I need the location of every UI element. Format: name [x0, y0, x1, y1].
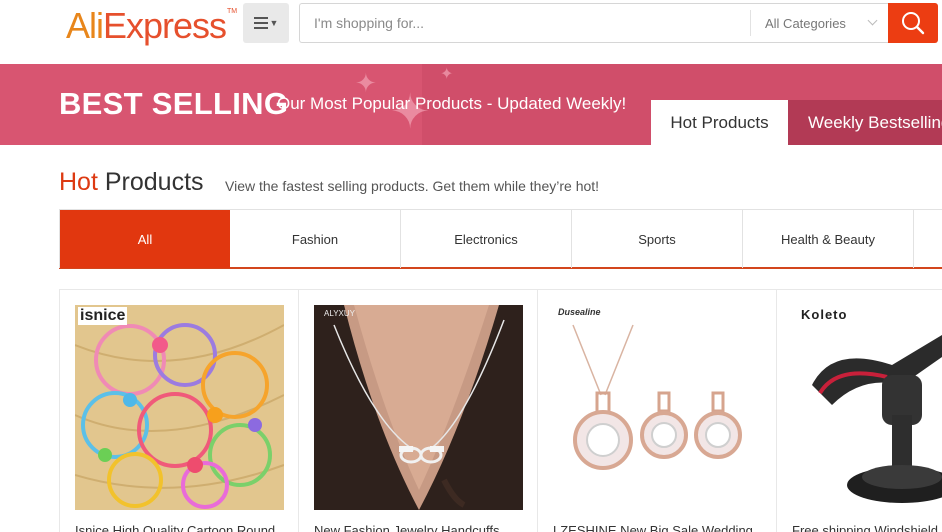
product-card[interactable]: ALYXUY New Fashion Jewelry Handcuffs [298, 289, 538, 532]
category-tab-all[interactable]: All [59, 210, 230, 268]
logo-ali-text: Ali [66, 5, 104, 46]
product-title[interactable]: New Fashion Jewelry Handcuffs [314, 523, 529, 532]
search-input[interactable] [300, 4, 750, 42]
product-brand: ALYXUY [324, 309, 355, 318]
product-title[interactable]: Free shipping Windshield [792, 523, 942, 532]
product-brand: isnice [78, 307, 128, 325]
tab-hot-products[interactable]: Hot Products [651, 100, 788, 145]
product-card[interactable]: Koleto Free shipping Windshield [776, 289, 942, 532]
category-tab-electronics[interactable]: Electronics [401, 210, 572, 268]
hamburger-icon [253, 17, 268, 29]
chevron-down-icon [867, 15, 878, 26]
jewelry-set-illustration [572, 324, 742, 470]
search-icon [902, 12, 925, 35]
category-tab-fashion[interactable]: Fashion [230, 210, 401, 268]
product-title[interactable]: LZESHINE New Big Sale Wedding [553, 523, 768, 532]
category-menu-button[interactable]: ▼ [243, 3, 289, 43]
tab-weekly-bestselling[interactable]: Weekly Bestselling [788, 100, 942, 145]
page: AliExpressTM ▼ All Categories ✦ ✦ ✦ BEST… [0, 0, 942, 532]
phone-holder-illustration [812, 335, 942, 503]
section-description: View the fastest selling products. Get t… [225, 178, 600, 194]
category-tab-health-beauty[interactable]: Health & Beauty [743, 210, 914, 268]
product-image[interactable]: isnice [75, 305, 284, 510]
section-title: Hot Products [59, 168, 204, 197]
category-tab-sports[interactable]: Sports [572, 210, 743, 268]
category-select[interactable]: All Categories [750, 10, 888, 36]
product-image[interactable]: Koleto [792, 305, 942, 510]
category-tabs: All Fashion Electronics Sports Health & … [59, 209, 942, 269]
category-select-label: All Categories [765, 15, 846, 31]
caret-down-icon: ▼ [269, 18, 279, 28]
top-header: AliExpressTM ▼ All Categories [0, 0, 942, 64]
product-title[interactable]: Isnice High Quality Cartoon Round [75, 523, 290, 532]
product-image[interactable]: ALYXUY [314, 305, 523, 510]
necklace-illustration [314, 305, 523, 510]
product-brand: Dusealine [558, 307, 601, 317]
section-title-hot: Hot [59, 168, 98, 196]
aliexpress-logo[interactable]: AliExpress TM [66, 5, 237, 46]
section-title-rest: Products [97, 168, 204, 196]
product-brand: Koleto [801, 307, 848, 322]
logo-trademark: TM [226, 8, 238, 15]
sparkle-icon: ✦ [440, 66, 454, 83]
product-image[interactable]: Dusealine [553, 305, 762, 510]
search-button[interactable] [888, 3, 938, 43]
banner-subtitle: Our Most Popular Products - Updated Week… [277, 94, 627, 113]
best-selling-banner: ✦ ✦ ✦ BEST SELLING Our Most Popular Prod… [0, 64, 942, 145]
product-card[interactable]: isnice Isnice High Quality Cartoon Round [59, 289, 299, 532]
search-bar: All Categories [299, 3, 889, 43]
hair-ties-illustration [75, 305, 284, 510]
banner-title: BEST SELLING [59, 86, 289, 121]
product-grid: isnice Isnice High Quality Cartoon Round [59, 289, 942, 532]
logo-express-text: Express [103, 5, 227, 46]
product-card[interactable]: Dusealine LZESHINE New Big Sale Wedding [537, 289, 777, 532]
